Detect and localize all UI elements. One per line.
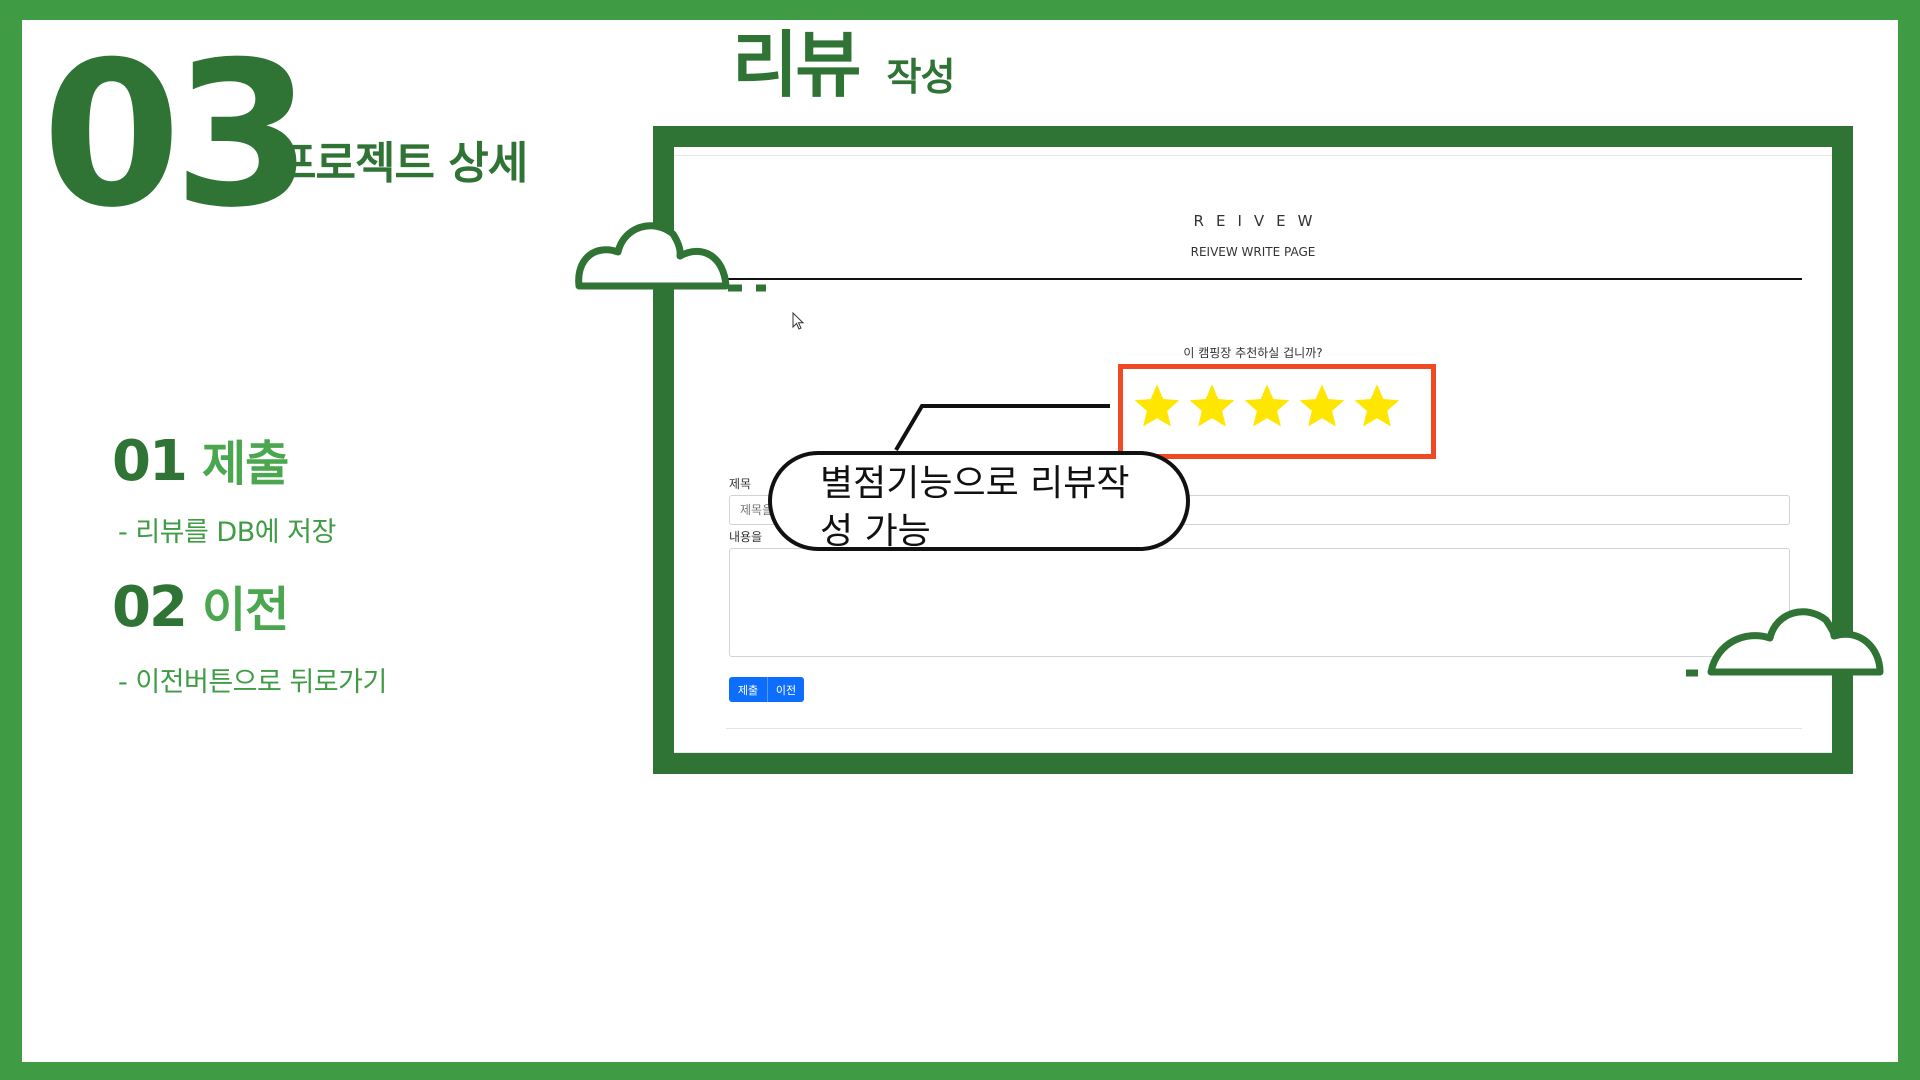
star-icon[interactable] [1351,381,1403,433]
star-icon[interactable] [1186,381,1238,433]
header-divider [726,278,1802,280]
rating-question: 이 캠핑장 추천하실 겁니까? [1183,346,1323,360]
slide-title: 리뷰 작성 [732,22,955,108]
content-textarea[interactable] [729,548,1790,657]
review-page-screenshot: REIVEW REIVEW WRITE PAGE 이 캠핑장 추천하실 겁니까?… [653,126,1853,774]
title-label: 제목 [729,477,752,491]
star-icon[interactable] [1241,381,1293,433]
feature-number: 02 [112,575,188,640]
content-label: 내용을 [729,530,763,544]
star-icon[interactable] [1131,381,1183,433]
speech-bubble: 별점기능으로 리뷰작 성 가능 [768,451,1190,552]
feature-submit: 01 제출 [112,424,289,494]
slide-title-main: 리뷰 [732,23,861,107]
feature-number: 01 [112,429,188,494]
feature-prev: 02 이전 [112,570,289,640]
slide-title-sub: 작성 [886,55,955,99]
page-heading: REIVEW [1193,212,1325,230]
star-icon[interactable] [1296,381,1348,433]
prev-button[interactable]: 이전 [767,677,804,702]
feature-description: - 리뷰를 DB에 저장 [118,517,336,548]
feature-description: - 이전버튼으로 뒤로가기 [118,667,387,698]
feature-name: 제출 [201,436,289,492]
speech-bubble-line: 별점기능으로 리뷰작 [820,463,1130,504]
section-number: 03 [42,19,312,252]
section-subtitle: 프로젝트 상세 [276,138,528,189]
speech-bubble-line: 성 가능 [820,511,931,552]
footer-divider [726,728,1802,729]
cursor-icon [792,312,805,330]
page-subheading: REIVEW WRITE PAGE [1190,245,1316,259]
star-rating[interactable] [1118,364,1436,459]
submit-button[interactable]: 제출 [729,677,767,702]
feature-name: 이전 [201,582,289,638]
